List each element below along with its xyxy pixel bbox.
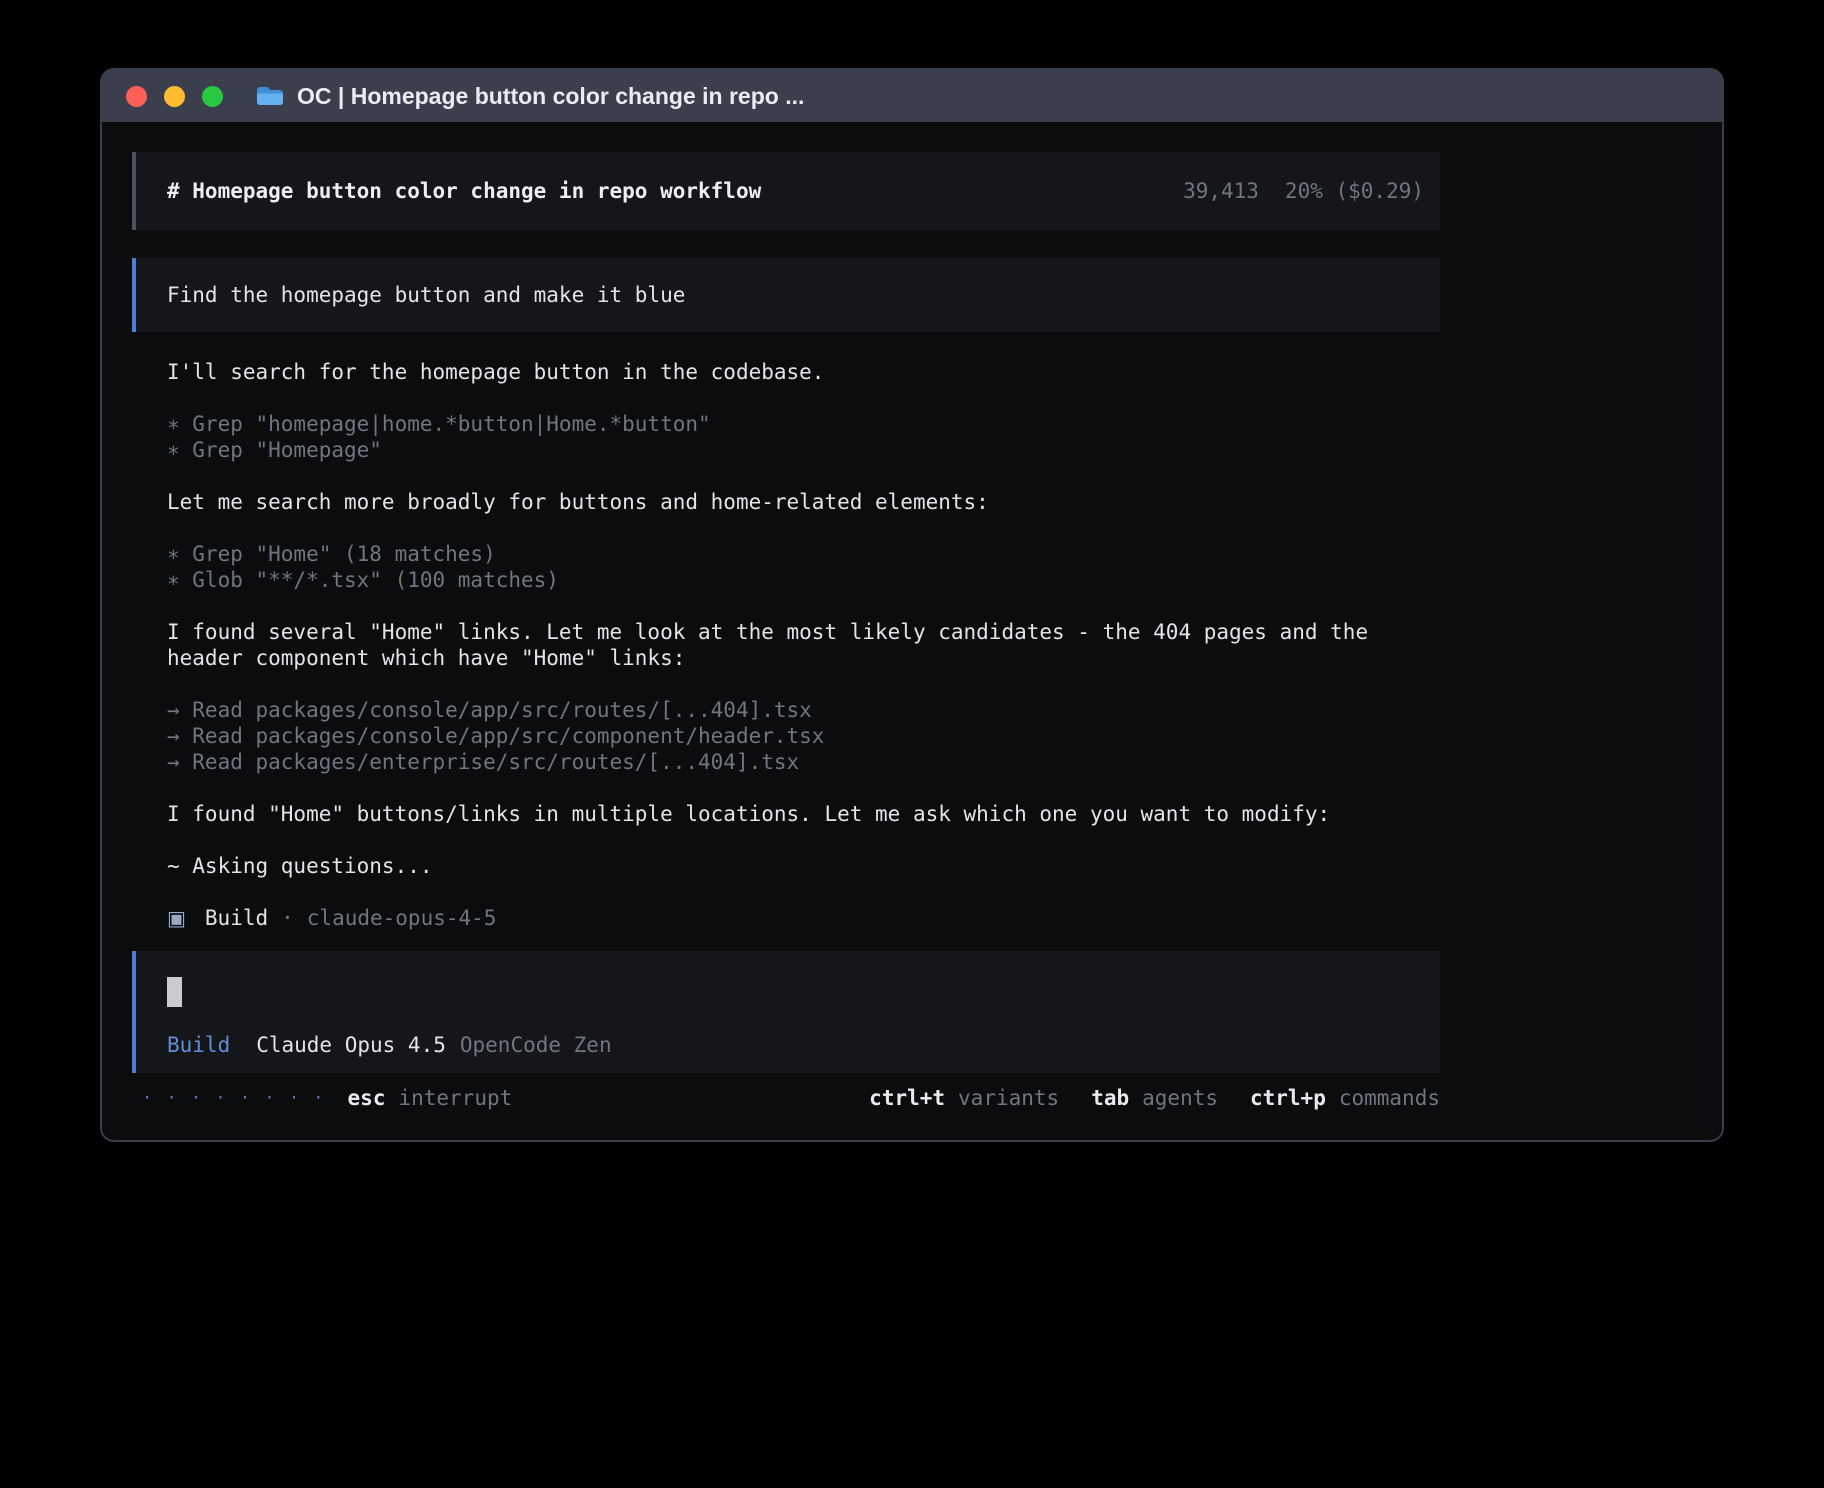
tool-call-group: → Read packages/console/app/src/routes/[…: [167, 697, 1440, 775]
agents-label: agents: [1142, 1085, 1218, 1111]
text-cursor-icon: [167, 977, 182, 1007]
input-status-row: Build Claude Opus 4.5 OpenCode Zen: [167, 1033, 1440, 1057]
input-agent-label: Build: [167, 1033, 230, 1057]
minimize-button[interactable]: [164, 86, 185, 107]
assistant-text: Let me search more broadly for buttons a…: [167, 489, 1440, 515]
assistant-transcript: I'll search for the homepage button in t…: [132, 359, 1440, 931]
shortcut-commands: ctrl+p commands: [1250, 1085, 1440, 1111]
tool-call-grep: ∗ Grep "homepage|home.*button|Home.*butt…: [167, 411, 1440, 437]
spinner-icon: · · · · · · · ·: [142, 1085, 326, 1111]
window-controls: [126, 86, 223, 107]
assistant-text: I found "Home" buttons/links in multiple…: [167, 801, 1440, 827]
tool-call-read: → Read packages/enterprise/src/routes/[.…: [167, 749, 1440, 775]
agent-icon: ▣: [167, 905, 186, 931]
agent-separator: ·: [281, 905, 294, 931]
status-bar: · · · · · · · · esc interrupt ctrl+t var…: [132, 1085, 1440, 1111]
zoom-button[interactable]: [202, 86, 223, 107]
ctrl-p-key-hint: ctrl+p: [1250, 1085, 1326, 1111]
shortcut-variants: ctrl+t variants: [869, 1085, 1059, 1111]
input-provider-label: OpenCode Zen: [460, 1033, 612, 1057]
user-message-text: Find the homepage button and make it blu…: [167, 283, 685, 307]
interrupt-label: interrupt: [398, 1085, 512, 1111]
shortcut-agents: tab agents: [1091, 1085, 1218, 1111]
token-count: 39,413: [1183, 179, 1259, 203]
tool-call-glob: ∗ Glob "**/*.tsx" (100 matches): [167, 567, 1440, 593]
tool-call-grep: ∗ Grep "Homepage": [167, 437, 1440, 463]
tool-call-group: ∗ Grep "Home" (18 matches) ∗ Glob "**/*.…: [167, 541, 1440, 593]
assistant-text: I'll search for the homepage button in t…: [167, 359, 1440, 385]
commands-label: commands: [1339, 1085, 1440, 1111]
tab-key-hint: tab: [1091, 1085, 1129, 1111]
context-usage: 20% ($0.29): [1285, 179, 1424, 203]
variants-label: variants: [958, 1085, 1059, 1111]
esc-key-hint: esc: [348, 1085, 386, 1111]
assistant-status: ~ Asking questions...: [167, 853, 1440, 879]
session-title: # Homepage button color change in repo w…: [167, 179, 761, 203]
assistant-text: I found several "Home" links. Let me loo…: [167, 619, 1440, 671]
user-message: Find the homepage button and make it blu…: [132, 258, 1440, 332]
window-titlebar[interactable]: OC | Homepage button color change in rep…: [102, 70, 1722, 122]
tool-call-group: ∗ Grep "homepage|home.*button|Home.*butt…: [167, 411, 1440, 463]
tool-call-read: → Read packages/console/app/src/routes/[…: [167, 697, 1440, 723]
agent-name: Build: [205, 905, 268, 931]
tool-call-read: → Read packages/console/app/src/componen…: [167, 723, 1440, 749]
window-title-group: OC | Homepage button color change in rep…: [255, 83, 804, 110]
folder-icon: [255, 84, 285, 108]
session-metrics: 39,413 20% ($0.29): [1183, 179, 1424, 203]
terminal-window: OC | Homepage button color change in rep…: [100, 68, 1724, 1142]
input-model-label: Claude Opus 4.5: [256, 1033, 446, 1057]
close-button[interactable]: [126, 86, 147, 107]
tool-call-grep: ∗ Grep "Home" (18 matches): [167, 541, 1440, 567]
session-header: # Homepage button color change in repo w…: [132, 152, 1440, 230]
agent-model: claude-opus-4-5: [307, 905, 497, 931]
agent-badge: ▣ Build · claude-opus-4-5: [167, 905, 1440, 931]
window-title: OC | Homepage button color change in rep…: [297, 83, 804, 110]
ctrl-t-key-hint: ctrl+t: [869, 1085, 945, 1111]
prompt-input[interactable]: Build Claude Opus 4.5 OpenCode Zen: [132, 951, 1440, 1073]
